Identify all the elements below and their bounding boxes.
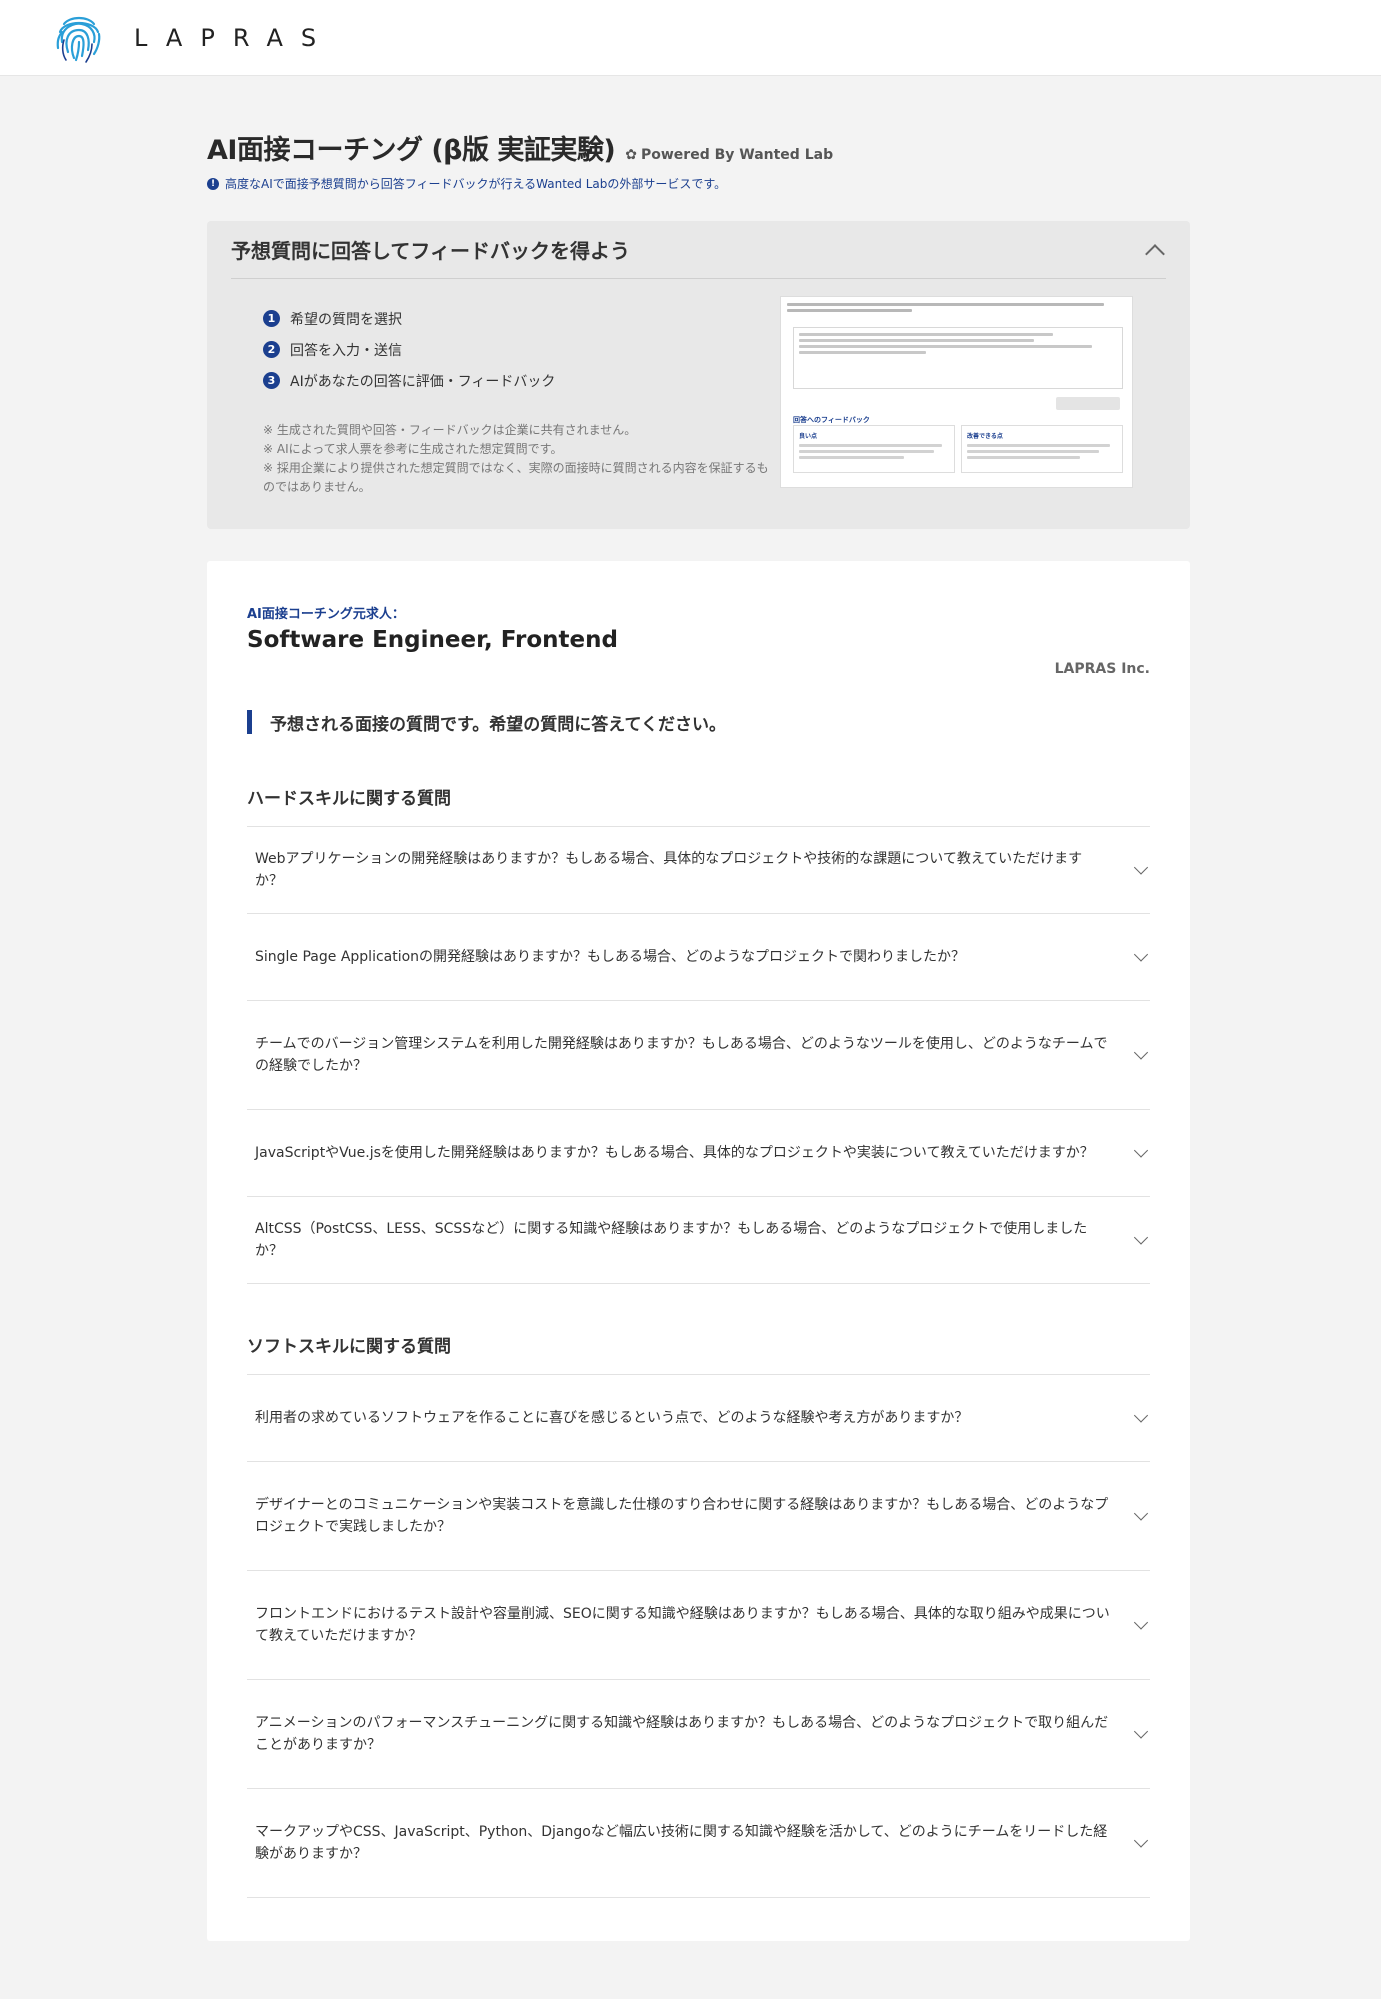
question-text: AltCSS（PostCSS、LESS、SCSSなど）に関する知識や経験はありま… [255,1221,1088,1259]
step-item: 2 回答を入力・送信 [263,334,555,365]
powered-by-label: Powered By Wanted Lab [640,147,834,163]
job-title: Software Engineer, Frontend [247,627,618,653]
note-text: ※ 採用企業により提供された想定質問ではなく、実際の面接時に質問される内容を保証… [263,461,769,494]
hard-skills-title: ハードスキルに関する質問 [247,789,451,809]
chevron-down-icon [1133,1506,1149,1521]
question-item[interactable]: AltCSS（PostCSS、LESS、SCSSなど）に関する知識や経験はありま… [247,1197,1150,1284]
chevron-down-icon [1133,1143,1149,1158]
question-item[interactable]: デザイナーとのコミュニケーションや実装コストを意識した仕様のすり合わせに関する経… [247,1462,1150,1571]
hard-skills-list: Webアプリケーションの開発経験はありますか？もしある場合、具体的なプロジェクト… [247,826,1150,1284]
note-text: ※ 生成された質問や回答・フィードバックは企業に共有されません。 [263,423,637,437]
chevron-down-icon [1133,947,1149,962]
howto-notes: ※ 生成された質問や回答・フィードバックは企業に共有されません。 ※ AIによっ… [263,421,773,497]
question-item[interactable]: Single Page Applicationの開発経験はありますか？もしある場… [247,914,1150,1001]
source-job-label: AI面接コーチング元求人： [247,607,405,622]
preview-improve-card: 改善できる点 [961,425,1123,473]
question-item[interactable]: Webアプリケーションの開発経験はありますか？もしある場合、具体的なプロジェクト… [247,827,1150,914]
service-info-text: 高度なAIで面接予想質問から回答フィードバックが行えるWanted Labの外部… [225,177,727,191]
question-item[interactable]: チームでのバージョン管理システムを利用した開発経験はありますか？もしある場合、ど… [247,1001,1150,1110]
note-text: ※ AIによって求人票を参考に生成された想定質問です。 [263,442,563,456]
question-text: Single Page Applicationの開発経験はありますか？もしある場… [255,949,966,965]
soft-skills-list: 利用者の求めているソフトウェアを作ることに喜びを感じるという点で、どのような経験… [247,1374,1150,1898]
chevron-down-icon [1133,860,1149,875]
question-text: 利用者の求めているソフトウェアを作ることに喜びを感じるという点で、どのような経験… [255,1410,969,1426]
step-label: AIがあなたの回答に評価・フィードバック [290,373,556,390]
chevron-down-icon [1133,1615,1149,1630]
chevron-down-icon [1133,1230,1149,1245]
preview-good-card: 良い点 [793,425,955,473]
instruction-lead: 予想される面接の質問です。希望の質問に答えてください。 [247,710,726,735]
step-number: 2 [263,341,280,358]
page-title: AI面接コーチング (β版 実証実験) [207,135,616,166]
fingerprint-logo-icon [56,16,101,63]
preview-improve-label: 改善できる点 [967,433,1003,440]
preview-good-label: 良い点 [799,433,818,440]
question-text: JavaScriptやVue.jsを使用した開発経験はありますか？もしある場合、… [255,1145,1094,1161]
preview-feedback-label: 回答へのフィードバック [793,416,870,424]
feedback-preview-image: 回答へのフィードバック 良い点 改善できる点 [780,296,1133,488]
step-label: 希望の質問を選択 [290,311,402,328]
step-item: 3 AIがあなたの回答に評価・フィードバック [263,365,555,396]
lapras-logo[interactable]: LAPRAS [54,10,334,66]
info-icon: ! [207,177,219,190]
service-info: ! 高度なAIで面接予想質問から回答フィードバックが行えるWanted Labの… [207,175,1190,192]
brand-name: LAPRAS [134,24,335,52]
question-text: Webアプリケーションの開発経験はありますか？もしある場合、具体的なプロジェクト… [255,851,1083,889]
question-text: チームでのバージョン管理システムを利用した開発経験はありますか？もしある場合、ど… [255,1036,1108,1074]
question-text: アニメーションのパフォーマンスチューニングに関する知識や経験はありますか？もしあ… [255,1715,1109,1753]
page-header: AI面接コーチング (β版 実証実験) ✿ Powered By Wanted … [207,128,1190,192]
question-item[interactable]: フロントエンドにおけるテスト設計や容量削減、SEOに関する知識や経験はありますか… [247,1571,1150,1680]
question-item[interactable]: マークアップやCSS、JavaScript、Python、Djangoなど幅広い… [247,1789,1150,1898]
step-label: 回答を入力・送信 [290,342,402,359]
chevron-up-icon[interactable] [1145,243,1165,264]
chevron-down-icon [1133,1408,1149,1423]
howto-title: 予想質問に回答してフィードバックを得よう [231,239,630,263]
chevron-down-icon [1133,1724,1149,1739]
company-name: LAPRAS Inc. [1054,661,1150,677]
soft-skills-title: ソフトスキルに関する質問 [247,1337,451,1357]
howto-panel: 予想質問に回答してフィードバックを得よう 1 希望の質問を選択 2 回答を入力・… [207,221,1190,529]
puzzle-icon: ✿ [625,147,637,163]
step-item: 1 希望の質問を選択 [263,303,555,334]
top-bar: LAPRAS [0,0,1381,76]
questions-card: AI面接コーチング元求人： Software Engineer, Fronten… [207,561,1190,1941]
preview-answer-box [793,327,1123,389]
question-item[interactable]: JavaScriptやVue.jsを使用した開発経験はありますか？もしある場合、… [247,1110,1150,1197]
preview-question [787,303,1117,315]
howto-header[interactable]: 予想質問に回答してフィードバックを得よう [231,221,1166,279]
question-text: フロントエンドにおけるテスト設計や容量削減、SEOに関する知識や経験はありますか… [255,1606,1110,1644]
preview-submit-button [1056,397,1120,410]
chevron-down-icon [1133,1045,1149,1060]
question-text: デザイナーとのコミュニケーションや実装コストを意識した仕様のすり合わせに関する経… [255,1497,1109,1535]
question-item[interactable]: アニメーションのパフォーマンスチューニングに関する知識や経験はありますか？もしあ… [247,1680,1150,1789]
step-number: 3 [263,372,280,389]
question-item[interactable]: 利用者の求めているソフトウェアを作ることに喜びを感じるという点で、どのような経験… [247,1375,1150,1462]
question-text: マークアップやCSS、JavaScript、Python、Djangoなど幅広い… [255,1824,1108,1862]
powered-by: ✿ Powered By Wanted Lab [625,147,833,163]
howto-steps: 1 希望の質問を選択 2 回答を入力・送信 3 AIがあなたの回答に評価・フィー… [263,303,555,396]
step-number: 1 [263,310,280,327]
chevron-down-icon [1133,1833,1149,1848]
